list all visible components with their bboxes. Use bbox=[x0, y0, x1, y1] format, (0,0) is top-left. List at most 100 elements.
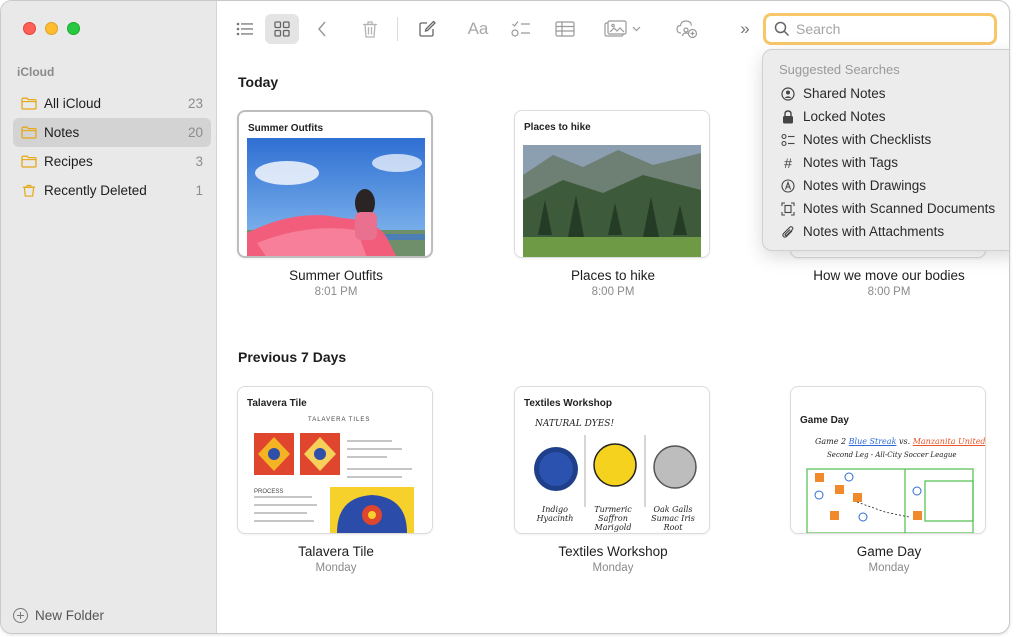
search-icon bbox=[774, 21, 790, 37]
soccer-play-diagram bbox=[806, 468, 974, 533]
note-thumbnail: Textiles Workshop NATURAL DYES! Indigo H… bbox=[514, 386, 710, 534]
team-b-label: Manzanita United bbox=[912, 437, 986, 446]
note-thumbnail: Summer Outfits bbox=[237, 110, 433, 258]
folder-icon bbox=[21, 126, 37, 139]
dye-label: Turmeric Saffron Marigold bbox=[594, 505, 632, 532]
note-time: Monday bbox=[592, 562, 634, 574]
sidebar-item-notes[interactable]: Notes 20 bbox=[13, 118, 211, 147]
note-count: 23 bbox=[187, 96, 203, 111]
suggestion-notes-with-checklists[interactable]: Notes with Checklists bbox=[763, 128, 1009, 151]
photo-thumbnail bbox=[247, 138, 425, 256]
chevron-left-icon bbox=[318, 21, 326, 37]
minimize-window-button[interactable] bbox=[45, 22, 58, 35]
new-folder-button[interactable]: New Folder bbox=[13, 608, 104, 623]
suggestion-notes-with-scanned-documents[interactable]: Notes with Scanned Documents bbox=[763, 197, 1009, 220]
dye-swatch-sketch bbox=[534, 435, 697, 507]
checklist-button[interactable] bbox=[508, 14, 534, 44]
note-title: Places to hike bbox=[570, 268, 656, 283]
league-label: Second Leg - All-City Soccer League bbox=[827, 451, 957, 459]
table-button[interactable] bbox=[552, 14, 578, 44]
suggestion-label: Notes with Checklists bbox=[803, 132, 932, 147]
thumbnail-title: Game Day bbox=[800, 415, 849, 426]
person-circle-icon bbox=[781, 86, 795, 101]
text-format-icon: Aa bbox=[467, 19, 489, 38]
note-card[interactable]: Talavera Tile TALAVERA TILES PROCESS Tal… bbox=[237, 386, 435, 574]
suggestion-notes-with-drawings[interactable]: Notes with Drawings bbox=[763, 174, 1009, 197]
suggestion-label: Notes with Scanned Documents bbox=[803, 201, 996, 216]
thumbnail-title: Places to hike bbox=[524, 122, 591, 133]
text-format-button[interactable]: Aa bbox=[464, 14, 492, 44]
thumbnail-heading: TALAVERA TILES bbox=[308, 417, 371, 423]
share-collaborate-button[interactable] bbox=[674, 14, 700, 44]
list-icon bbox=[236, 22, 253, 36]
sidebar-section-icloud: iCloud bbox=[17, 65, 55, 79]
double-chevron-icon: » bbox=[740, 19, 750, 38]
suggestion-notes-with-tags[interactable]: # Notes with Tags bbox=[763, 151, 1009, 174]
search-input[interactable] bbox=[796, 21, 976, 37]
note-title: Game Day bbox=[856, 544, 922, 559]
suggestion-label: Notes with Attachments bbox=[803, 224, 945, 239]
new-note-button[interactable] bbox=[414, 14, 440, 44]
collaborate-icon bbox=[676, 20, 698, 39]
sidebar-item-all-icloud[interactable]: All iCloud 23 bbox=[13, 89, 211, 118]
lock-icon bbox=[781, 109, 795, 124]
plus-circle-icon bbox=[13, 608, 28, 623]
toolbar-divider bbox=[397, 17, 398, 41]
photo-thumbnail bbox=[523, 145, 701, 257]
note-count: 3 bbox=[195, 154, 203, 169]
compose-icon bbox=[419, 20, 436, 37]
sidebar-item-recently-deleted[interactable]: Recently Deleted 1 bbox=[13, 176, 211, 205]
zoom-window-button[interactable] bbox=[67, 22, 80, 35]
gallery-view-button[interactable] bbox=[265, 14, 299, 44]
sidebar-item-recipes[interactable]: Recipes 3 bbox=[13, 147, 211, 176]
sidebar: iCloud All iCloud 23 Notes 20 Recipes 3 … bbox=[1, 1, 217, 633]
suggested-searches-menu: Suggested Searches Shared Notes Locked N… bbox=[762, 49, 1009, 251]
table-icon bbox=[555, 21, 575, 37]
suggestion-shared-notes[interactable]: Shared Notes bbox=[763, 82, 1009, 105]
team-a-label: Blue Streak bbox=[848, 437, 897, 446]
note-time: Monday bbox=[315, 562, 357, 574]
pencil-tip-icon bbox=[781, 178, 795, 193]
suggested-searches-header: Suggested Searches bbox=[779, 62, 900, 77]
section-header-today: Today bbox=[238, 74, 279, 90]
folder-icon bbox=[21, 155, 37, 168]
list-view-button[interactable] bbox=[230, 14, 260, 44]
note-count: 1 bbox=[195, 183, 203, 198]
chevron-down-icon bbox=[632, 26, 640, 32]
delete-button[interactable] bbox=[357, 14, 383, 44]
media-button[interactable] bbox=[600, 14, 644, 44]
note-time: 8:00 PM bbox=[591, 286, 635, 298]
suggestion-label: Locked Notes bbox=[803, 109, 886, 124]
notes-window: iCloud All iCloud 23 Notes 20 Recipes 3 … bbox=[0, 0, 1010, 634]
folder-icon bbox=[21, 97, 37, 110]
paperclip-icon bbox=[781, 225, 795, 239]
note-card[interactable]: Textiles Workshop NATURAL DYES! Indigo H… bbox=[514, 386, 712, 574]
back-button[interactable] bbox=[310, 14, 334, 44]
trash-icon bbox=[22, 184, 36, 197]
search-field[interactable] bbox=[763, 13, 997, 45]
dye-label: Indigo Hyacinth bbox=[536, 505, 574, 523]
suggestion-locked-notes[interactable]: Locked Notes bbox=[763, 105, 1009, 128]
versus-label: vs. bbox=[898, 437, 911, 446]
note-card[interactable]: Places to hike Places to hike 8:00 PM bbox=[514, 110, 712, 298]
close-window-button[interactable] bbox=[23, 22, 36, 35]
photo-icon bbox=[603, 20, 627, 37]
note-title: Talavera Tile bbox=[298, 544, 374, 559]
hashtag-icon: # bbox=[784, 154, 792, 171]
note-card[interactable]: Game Day Game 2 Blue Streak vs. Manzanit… bbox=[790, 386, 988, 574]
note-title: Summer Outfits bbox=[289, 268, 383, 283]
suggestion-label: Shared Notes bbox=[803, 86, 886, 101]
checklist-icon bbox=[511, 21, 530, 37]
note-title: How we move our bodies bbox=[813, 268, 965, 283]
game-label: Game 2 bbox=[815, 437, 847, 446]
sidebar-item-label: Recipes bbox=[44, 154, 93, 169]
suggestion-label: Notes with Drawings bbox=[803, 178, 927, 193]
note-time: 8:00 PM bbox=[867, 286, 911, 298]
note-card[interactable]: Summer Outfits Summer Outfits 8:01 PM bbox=[237, 110, 435, 298]
more-toolbar-button[interactable]: » bbox=[734, 14, 756, 44]
thumbnail-title: Textiles Workshop bbox=[524, 398, 612, 409]
note-thumbnail: Talavera Tile TALAVERA TILES PROCESS bbox=[237, 386, 433, 534]
sidebar-item-label: Recently Deleted bbox=[44, 183, 147, 198]
match-header: Game 2 Blue Streak vs. Manzanita United bbox=[815, 437, 986, 446]
suggestion-notes-with-attachments[interactable]: Notes with Attachments bbox=[763, 220, 1009, 243]
